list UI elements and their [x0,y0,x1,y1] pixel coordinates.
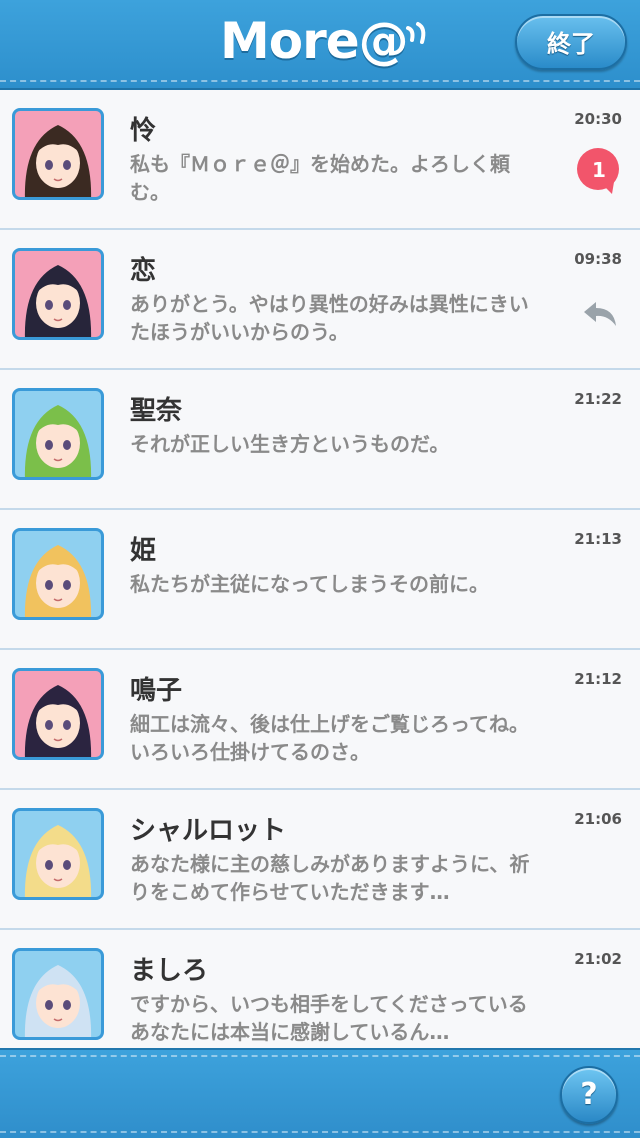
unread-count: 1 [592,158,606,182]
message-time: 20:30 [574,110,622,128]
message-preview: ですから、いつも相手をしてくださっているあなたには本当に感謝しているん… [130,992,528,1044]
logo-wave-icon [406,22,426,44]
message-time: 09:38 [574,250,622,268]
app-logo: More@ [220,12,409,70]
contact-name: ましろ [130,956,209,986]
contact-name: 聖奈 [130,396,183,426]
contact-name: 恋 [130,256,157,286]
list-item[interactable]: 怜私も『Ｍｏｒｅ＠』を始めた。よろしく頼む。 20:30 1 [0,90,640,230]
header-bar: More@ 終了 [0,0,640,90]
contact-name: 鳴子 [130,676,183,706]
avatar [12,388,104,480]
contact-name: 怜 [130,116,157,146]
avatar [12,808,104,900]
end-button[interactable]: 終了 [515,14,627,70]
list-item[interactable]: 姫私たちが主従になってしまうその前に。 21:13 [0,510,640,650]
message-time: 21:06 [574,810,622,828]
message-preview: それが正しい生き方というものだ。 [130,432,450,456]
message-preview: 細工は流々、後は仕上げをご覧じろってね。いろいろ仕掛けてるのさ。 [130,712,529,764]
avatar [12,248,104,340]
avatar [12,948,104,1040]
message-preview: あなた様に主の慈しみがありますように、祈りをこめて作らせていただきます… [130,852,530,904]
reply-arrow-icon [582,300,618,328]
message-preview: 私たちが主従になってしまうその前に。 [130,572,489,596]
message-preview: ありがとう。やはり異性の好みは異性にきいたほうがいいからのう。 [130,292,529,344]
message-preview: 私も『Ｍｏｒｅ＠』を始めた。よろしく頼む。 [130,152,510,204]
list-item[interactable]: ましろですから、いつも相手をしてくださっているあなたには本当に感謝しているん… 2… [0,930,640,1048]
avatar [12,108,104,200]
list-item[interactable]: 鳴子細工は流々、後は仕上げをご覧じろってね。いろいろ仕掛けてるのさ。 21:12 [0,650,640,790]
contact-name: 姫 [130,536,157,566]
list-item[interactable]: 聖奈それが正しい生き方というものだ。 21:22 [0,370,640,510]
footer-bar: ? [0,1048,640,1138]
unread-badge: 1 [574,146,624,196]
message-time: 21:13 [574,530,622,548]
message-time: 21:12 [574,670,622,688]
help-button[interactable]: ? [560,1066,618,1124]
contact-name: シャルロット [130,816,287,846]
message-time: 21:22 [574,390,622,408]
avatar [12,668,104,760]
avatar [12,528,104,620]
message-list: 怜私も『Ｍｏｒｅ＠』を始めた。よろしく頼む。 20:30 1 恋ありがとう。やはり異性… [0,90,640,1048]
message-time: 21:02 [574,950,622,968]
list-item[interactable]: 恋ありがとう。やはり異性の好みは異性にきいたほうがいいからのう。 09:38 [0,230,640,370]
list-item[interactable]: シャルロットあなた様に主の慈しみがありますように、祈りをこめて作らせていただきま… [0,790,640,930]
